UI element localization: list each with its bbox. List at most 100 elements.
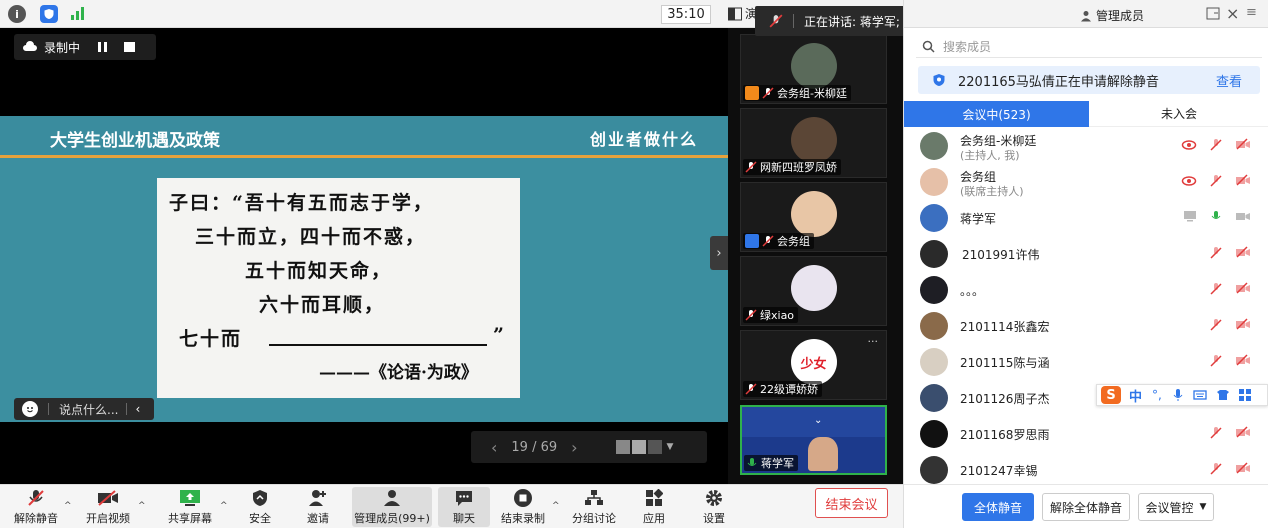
shield-icon[interactable] xyxy=(40,5,58,23)
video-tile-active[interactable]: ⌄ 蒋学军 xyxy=(740,405,887,475)
end-meeting-button[interactable]: 结束会议 xyxy=(815,488,888,518)
video-off-icon xyxy=(1236,318,1250,330)
chat-input-pill[interactable]: 说点什么... ‹ xyxy=(14,398,154,420)
thumbnail-strip[interactable]: ▼ xyxy=(615,440,674,454)
mic-muted-icon xyxy=(28,490,44,506)
emoji-icon[interactable] xyxy=(22,401,38,417)
member-row[interactable]: 会务组 (联席主持人) xyxy=(904,164,1268,200)
breakout-icon xyxy=(585,490,603,505)
member-row[interactable]: 2101991许伟 xyxy=(904,236,1268,272)
slide-subtitle: 创业者做什么 xyxy=(589,130,698,149)
mic-muted-icon xyxy=(762,87,774,99)
view-request-link[interactable]: 查看 xyxy=(1216,71,1242,90)
host-badge-icon xyxy=(745,86,759,100)
avatar: 少女 xyxy=(790,339,837,385)
member-row[interactable]: 2101247幸锡 xyxy=(904,452,1268,484)
signal-icon[interactable] xyxy=(70,6,86,20)
avatar-text: 少女 xyxy=(800,356,827,372)
close-icon[interactable]: × xyxy=(1226,4,1239,23)
unmute-all-button[interactable]: 解除全体静音 xyxy=(1042,493,1130,521)
avatar xyxy=(920,132,948,160)
menu-icon[interactable]: ≡ xyxy=(1246,5,1257,20)
mic-muted-icon xyxy=(762,235,774,247)
caret-up-icon[interactable]: ^ xyxy=(138,501,146,511)
share-screen-button[interactable]: 共享屏幕 xyxy=(160,487,220,527)
next-page-icon[interactable]: › xyxy=(571,438,577,457)
dropdown-caret-icon: ▼ xyxy=(666,442,674,452)
member-search[interactable]: 搜索成员 xyxy=(916,36,1262,58)
avatar xyxy=(790,265,837,311)
tab-in-meeting[interactable]: 会议中(523) xyxy=(904,101,1089,127)
meeting-timer: 35:10 xyxy=(661,5,711,24)
mic-muted-icon xyxy=(1210,139,1222,151)
member-row[interactable]: 2101114张鑫宏 xyxy=(904,308,1268,344)
mute-all-button[interactable]: 全体静音 xyxy=(962,493,1034,521)
member-row[interactable]: 。。。 xyxy=(904,272,1268,308)
page-indicator: 19 / 69 xyxy=(511,439,558,455)
video-off-icon xyxy=(1236,354,1250,366)
bottom-toolbar: 解除静音 ^ 开启视频 ^ 共享屏幕 ^ 安全 邀请 管理成员(99+) 聊天 … xyxy=(0,484,903,528)
quote-line: 三十而立，四十而不惑， xyxy=(195,226,427,248)
member-row[interactable]: 蒋学军 xyxy=(904,200,1268,236)
tab-not-joined[interactable]: 未入会 xyxy=(1089,101,1268,127)
manage-members-button[interactable]: 管理成员(99+) xyxy=(352,487,432,527)
quote-source: ———《论语·为政》 xyxy=(319,363,478,383)
popout-icon[interactable] xyxy=(1206,7,1220,20)
member-row[interactable]: 2101168罗思雨 xyxy=(904,416,1268,452)
slide-pager: ‹ 19 / 69 › ▼ xyxy=(471,431,707,463)
tile-name: 会务组 xyxy=(777,235,810,248)
voice-input-icon xyxy=(1173,389,1183,401)
member-row[interactable]: 2101115陈与涵 xyxy=(904,344,1268,380)
gear-icon xyxy=(706,490,722,506)
unmute-button[interactable]: 解除静音 xyxy=(8,487,64,527)
more-icon[interactable]: ··· xyxy=(868,335,879,348)
video-tile[interactable]: 网新四班罗凤娇 xyxy=(740,108,887,178)
present-view-button[interactable]: 演 xyxy=(728,5,757,22)
video-off-icon xyxy=(1236,138,1250,150)
panel-header: 管理成员 × ≡ xyxy=(904,0,1268,28)
chevron-left-icon[interactable]: ‹ xyxy=(135,402,140,416)
mic-muted-icon xyxy=(1210,427,1222,439)
video-tile[interactable]: 少女 ··· 22级谭娇娇 xyxy=(740,330,887,400)
collapse-strip-button[interactable]: › xyxy=(710,236,728,270)
member-name: 2101115陈与涵 xyxy=(960,356,1050,370)
stop-recording-button[interactable]: 结束录制 xyxy=(496,487,550,527)
members-panel: 管理成员 × ≡ 搜索成员 2201165马弘倩正在申请解除静音 查看 会议中(… xyxy=(903,0,1268,528)
search-icon xyxy=(922,40,935,53)
chevron-down-icon[interactable]: ⌄ xyxy=(814,415,822,426)
prev-page-icon[interactable]: ‹ xyxy=(491,438,497,457)
apps-button[interactable]: 应用 xyxy=(634,487,674,527)
mic-active-icon xyxy=(747,458,757,466)
punctuation-icon[interactable]: °, xyxy=(1152,388,1162,402)
stop-record-icon[interactable] xyxy=(124,42,136,52)
avatar xyxy=(920,312,948,340)
settings-button[interactable]: 设置 xyxy=(694,487,734,527)
video-tile[interactable]: 会务组-米柳廷 xyxy=(740,34,887,104)
video-tile[interactable]: 绿xiao xyxy=(740,256,887,326)
add-user-icon xyxy=(309,490,326,506)
invite-button[interactable]: 邀请 xyxy=(296,487,340,527)
shared-screen-stage: 录制中 大学生创业机遇及政策 创业者做什么 子曰：“吾十有五而志于学， 三十而立… xyxy=(0,28,728,484)
apps-icon xyxy=(646,489,663,506)
sogou-logo-icon[interactable]: S xyxy=(1101,386,1121,404)
start-video-button[interactable]: 开启视频 xyxy=(80,487,136,527)
info-icon[interactable]: i xyxy=(8,5,26,23)
breakout-button[interactable]: 分组讨论 xyxy=(566,487,622,527)
video-tile[interactable]: 会务组 xyxy=(740,182,887,252)
pause-record-icon[interactable] xyxy=(98,42,108,52)
mic-muted-icon xyxy=(1210,175,1222,187)
quote-line: 七十而 xyxy=(179,328,243,350)
caret-up-icon[interactable]: ^ xyxy=(220,501,228,511)
chat-button[interactable]: 聊天 xyxy=(438,487,490,527)
ime-toolbar[interactable]: S 中 °, xyxy=(1096,384,1268,406)
caret-up-icon[interactable]: ^ xyxy=(552,501,560,511)
ime-lang[interactable]: 中 xyxy=(1129,386,1142,405)
caret-up-icon[interactable]: ^ xyxy=(64,501,72,511)
member-row[interactable]: 会务组-米柳廷 (主持人, 我) xyxy=(904,128,1268,164)
meeting-control-dropdown[interactable]: 会议管控 ▼ xyxy=(1138,493,1214,521)
user-icon xyxy=(1081,10,1091,21)
slide-header: 大学生创业机遇及政策 创业者做什么 xyxy=(0,116,728,158)
tile-name: 蒋学军 xyxy=(761,457,794,470)
security-button[interactable]: 安全 xyxy=(240,487,280,527)
quote-line: 子曰：“吾十有五而志于学， xyxy=(169,192,434,214)
